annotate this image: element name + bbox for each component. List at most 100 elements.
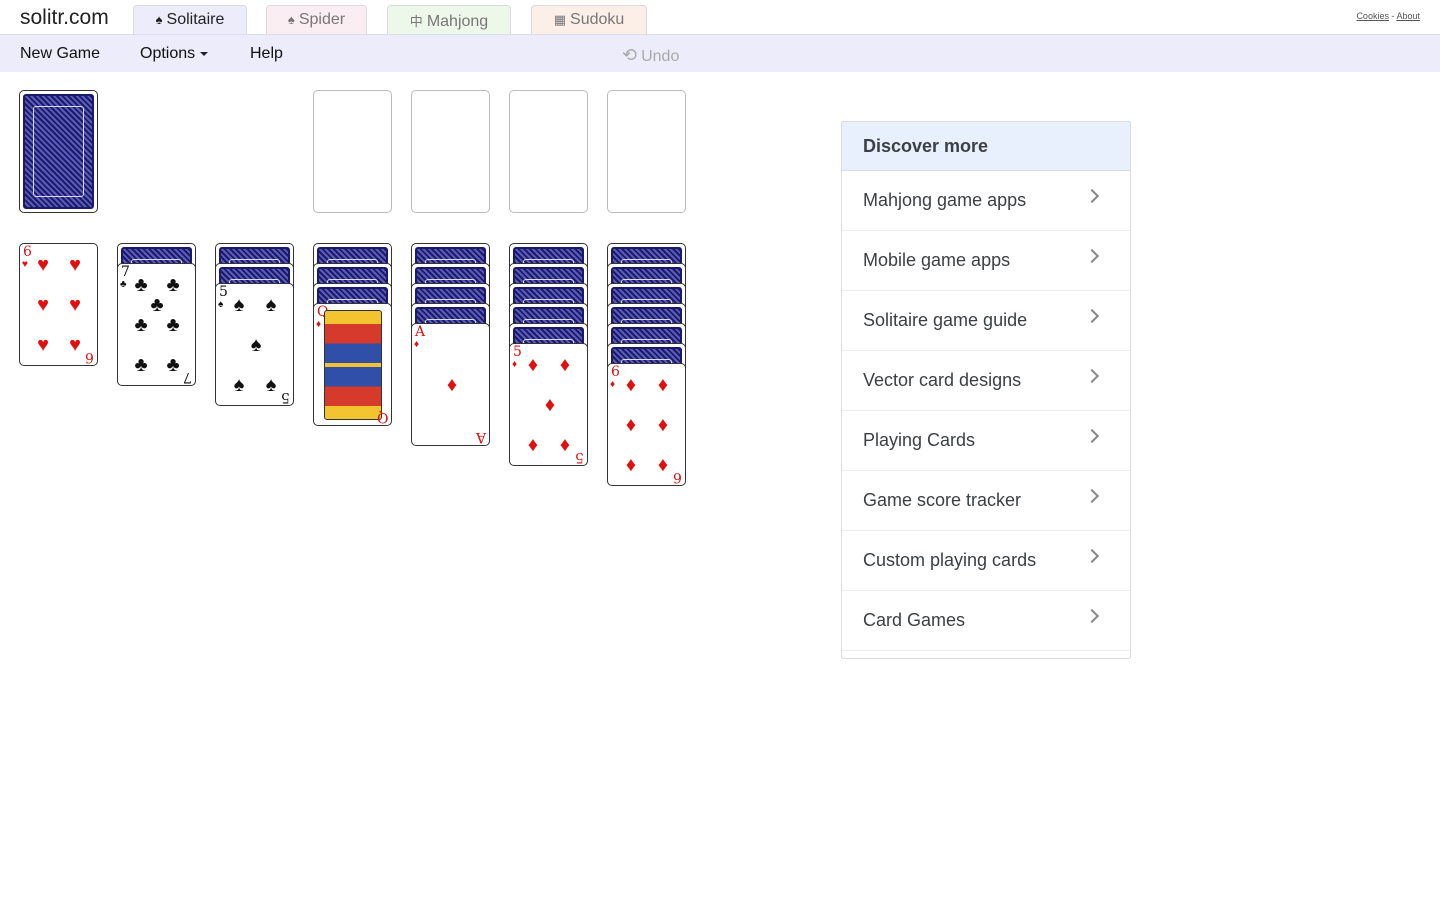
foundation-slot-3[interactable] bbox=[509, 90, 588, 213]
undo-label: Undo bbox=[641, 48, 680, 65]
card-pip-icon: ♣ bbox=[134, 274, 148, 296]
chevron-right-icon bbox=[1084, 548, 1100, 564]
chevron-right-icon bbox=[1084, 368, 1100, 384]
card-pip-icon: ♦ bbox=[527, 434, 539, 456]
undo-button[interactable]: ⟲ Undo bbox=[622, 45, 679, 66]
undo-icon: ⟲ bbox=[622, 45, 638, 65]
discover-item[interactable]: Card Games bbox=[842, 591, 1130, 651]
card-pip-icon: ♦ bbox=[657, 454, 669, 476]
options-label: Options bbox=[140, 45, 196, 62]
site-logo[interactable]: solitr.com bbox=[20, 6, 109, 30]
discover-item-label: Playing Cards bbox=[863, 430, 976, 450]
card-rank: A bbox=[415, 324, 426, 340]
spade-icon: ♠ bbox=[155, 12, 163, 27]
card-pip-icon: ♣ bbox=[166, 354, 180, 376]
chevron-right-icon bbox=[1084, 488, 1100, 504]
face-up-card[interactable]: Q ♦ Q bbox=[313, 303, 392, 426]
menu-bar: New Game Options Help ⟲ Undo bbox=[0, 34, 1440, 72]
card-pip-icon: ♦ bbox=[625, 374, 637, 396]
header: solitr.com ♠ Solitaire ♠ Spider 中 Mahjong ▦… bbox=[0, 0, 1440, 35]
options-menu-button[interactable]: Options bbox=[140, 45, 209, 63]
tab-label: Sudoku bbox=[570, 11, 625, 28]
foundation-slot-1[interactable] bbox=[313, 90, 392, 213]
cookies-link[interactable]: Cookies bbox=[1356, 11, 1389, 21]
discover-item-label: Custom playing cards bbox=[863, 550, 1037, 570]
card-rank: 5 bbox=[513, 344, 522, 360]
card-rank-inverted: 5 bbox=[575, 449, 584, 465]
card-pip-icon: ♥ bbox=[37, 334, 49, 356]
card-pip-icon: ♠ bbox=[250, 334, 262, 356]
card-pip-icon: ♥ bbox=[69, 294, 81, 316]
face-up-card[interactable]: 6 ♥ ♥ ♥ ♥ ♥ ♥ ♥ 6 bbox=[19, 243, 98, 366]
discover-item[interactable]: Mobile game apps bbox=[842, 231, 1130, 291]
card-pip-icon: ♥ bbox=[37, 294, 49, 316]
chevron-right-icon bbox=[1084, 308, 1100, 324]
discover-item[interactable]: Game score tracker bbox=[842, 471, 1130, 531]
card-pip-icon: ♦ bbox=[657, 374, 669, 396]
card-suit-icon: ♠ bbox=[218, 299, 224, 310]
card-rank-inverted: A bbox=[475, 429, 486, 445]
face-up-card[interactable]: A ♦ ♦ A bbox=[411, 323, 490, 446]
tab-sudoku[interactable]: ▦ Sudoku bbox=[531, 5, 647, 35]
card-rank-inverted: Q bbox=[376, 409, 388, 425]
discover-item[interactable]: Vector card designs bbox=[842, 351, 1130, 411]
chevron-right-icon bbox=[1084, 608, 1100, 624]
card-rank-inverted: 6 bbox=[673, 469, 682, 485]
card-rank: 6 bbox=[23, 244, 32, 260]
face-up-card[interactable]: 5 ♦ ♦ ♦ ♦ ♦ ♦ 5 bbox=[509, 343, 588, 466]
tab-solitaire[interactable]: ♠ Solitaire bbox=[133, 5, 247, 35]
card-pip-icon: ♣ bbox=[134, 314, 148, 336]
help-button[interactable]: Help bbox=[250, 45, 283, 63]
foundation-slot-4[interactable] bbox=[607, 90, 686, 213]
card-pip-icon: ♦ bbox=[559, 354, 571, 376]
new-game-button[interactable]: New Game bbox=[20, 45, 100, 63]
mahjong-tile-icon: 中 bbox=[409, 14, 423, 29]
chevron-right-icon bbox=[1084, 188, 1100, 204]
card-pip-icon: ♠ bbox=[233, 294, 245, 316]
card-pip-icon: ♥ bbox=[69, 254, 81, 276]
tab-mahjong[interactable]: 中 Mahjong bbox=[387, 5, 511, 35]
card-pip-icon: ♣ bbox=[166, 274, 180, 296]
card-pip-icon: ♦ bbox=[527, 354, 539, 376]
discover-more-panel: Discover more Mahjong game apps Mobile g… bbox=[841, 121, 1131, 659]
card-pip-icon: ♣ bbox=[134, 354, 148, 376]
foundation-slot-2[interactable] bbox=[411, 90, 490, 213]
tab-spider[interactable]: ♠ Spider bbox=[266, 5, 367, 35]
top-links: Cookies - About bbox=[1356, 11, 1420, 21]
grid-icon: ▦ bbox=[553, 12, 567, 27]
card-pip-icon: ♣ bbox=[166, 314, 180, 336]
card-pip-icon: ♥ bbox=[37, 254, 49, 276]
about-link[interactable]: About bbox=[1396, 11, 1420, 21]
card-rank-inverted: 6 bbox=[85, 349, 94, 365]
tab-label: Spider bbox=[298, 11, 346, 28]
stock-pile[interactable] bbox=[19, 90, 98, 213]
discover-item-label: Game score tracker bbox=[863, 490, 1022, 510]
card-rank: 6 bbox=[611, 364, 620, 380]
card-suit-icon: ♣ bbox=[120, 279, 127, 290]
discover-item[interactable]: Playing Cards bbox=[842, 411, 1130, 471]
card-pip-icon: ♦ bbox=[544, 394, 556, 416]
card-suit-icon: ♥ bbox=[22, 259, 28, 270]
card-suit-icon: ♦ bbox=[316, 319, 322, 330]
queen-face-illustration bbox=[324, 310, 382, 420]
caret-down-icon bbox=[200, 51, 209, 56]
card-suit-icon: ♦ bbox=[610, 379, 616, 390]
card-rank: 5 bbox=[219, 284, 228, 300]
discover-item[interactable]: Solitaire game guide bbox=[842, 291, 1130, 351]
discover-item[interactable]: Mahjong game apps bbox=[842, 171, 1130, 231]
card-pip-icon: ♠ bbox=[265, 294, 277, 316]
card-back-pattern bbox=[23, 94, 94, 209]
card-pip-icon: ♠ bbox=[233, 374, 245, 396]
card-pip-icon: ♥ bbox=[69, 334, 81, 356]
discover-item[interactable]: Custom playing cards bbox=[842, 531, 1130, 591]
discover-item-label: Mahjong game apps bbox=[863, 190, 1027, 210]
tab-label: Mahjong bbox=[426, 13, 489, 30]
face-up-card[interactable]: 7 ♣ ♣ ♣ ♣ ♣ ♣ ♣ ♣ 7 bbox=[117, 263, 196, 386]
card-pip-icon: ♦ bbox=[446, 374, 458, 396]
card-suit-icon: ♦ bbox=[512, 359, 518, 370]
card-pip-icon: ♦ bbox=[625, 454, 637, 476]
card-suit-icon: ♦ bbox=[414, 339, 420, 350]
face-up-card[interactable]: 5 ♠ ♠ ♠ ♠ ♠ ♠ 5 bbox=[215, 283, 294, 406]
face-up-card[interactable]: 6 ♦ ♦ ♦ ♦ ♦ ♦ ♦ 6 bbox=[607, 363, 686, 486]
card-pip-icon: ♦ bbox=[625, 414, 637, 436]
